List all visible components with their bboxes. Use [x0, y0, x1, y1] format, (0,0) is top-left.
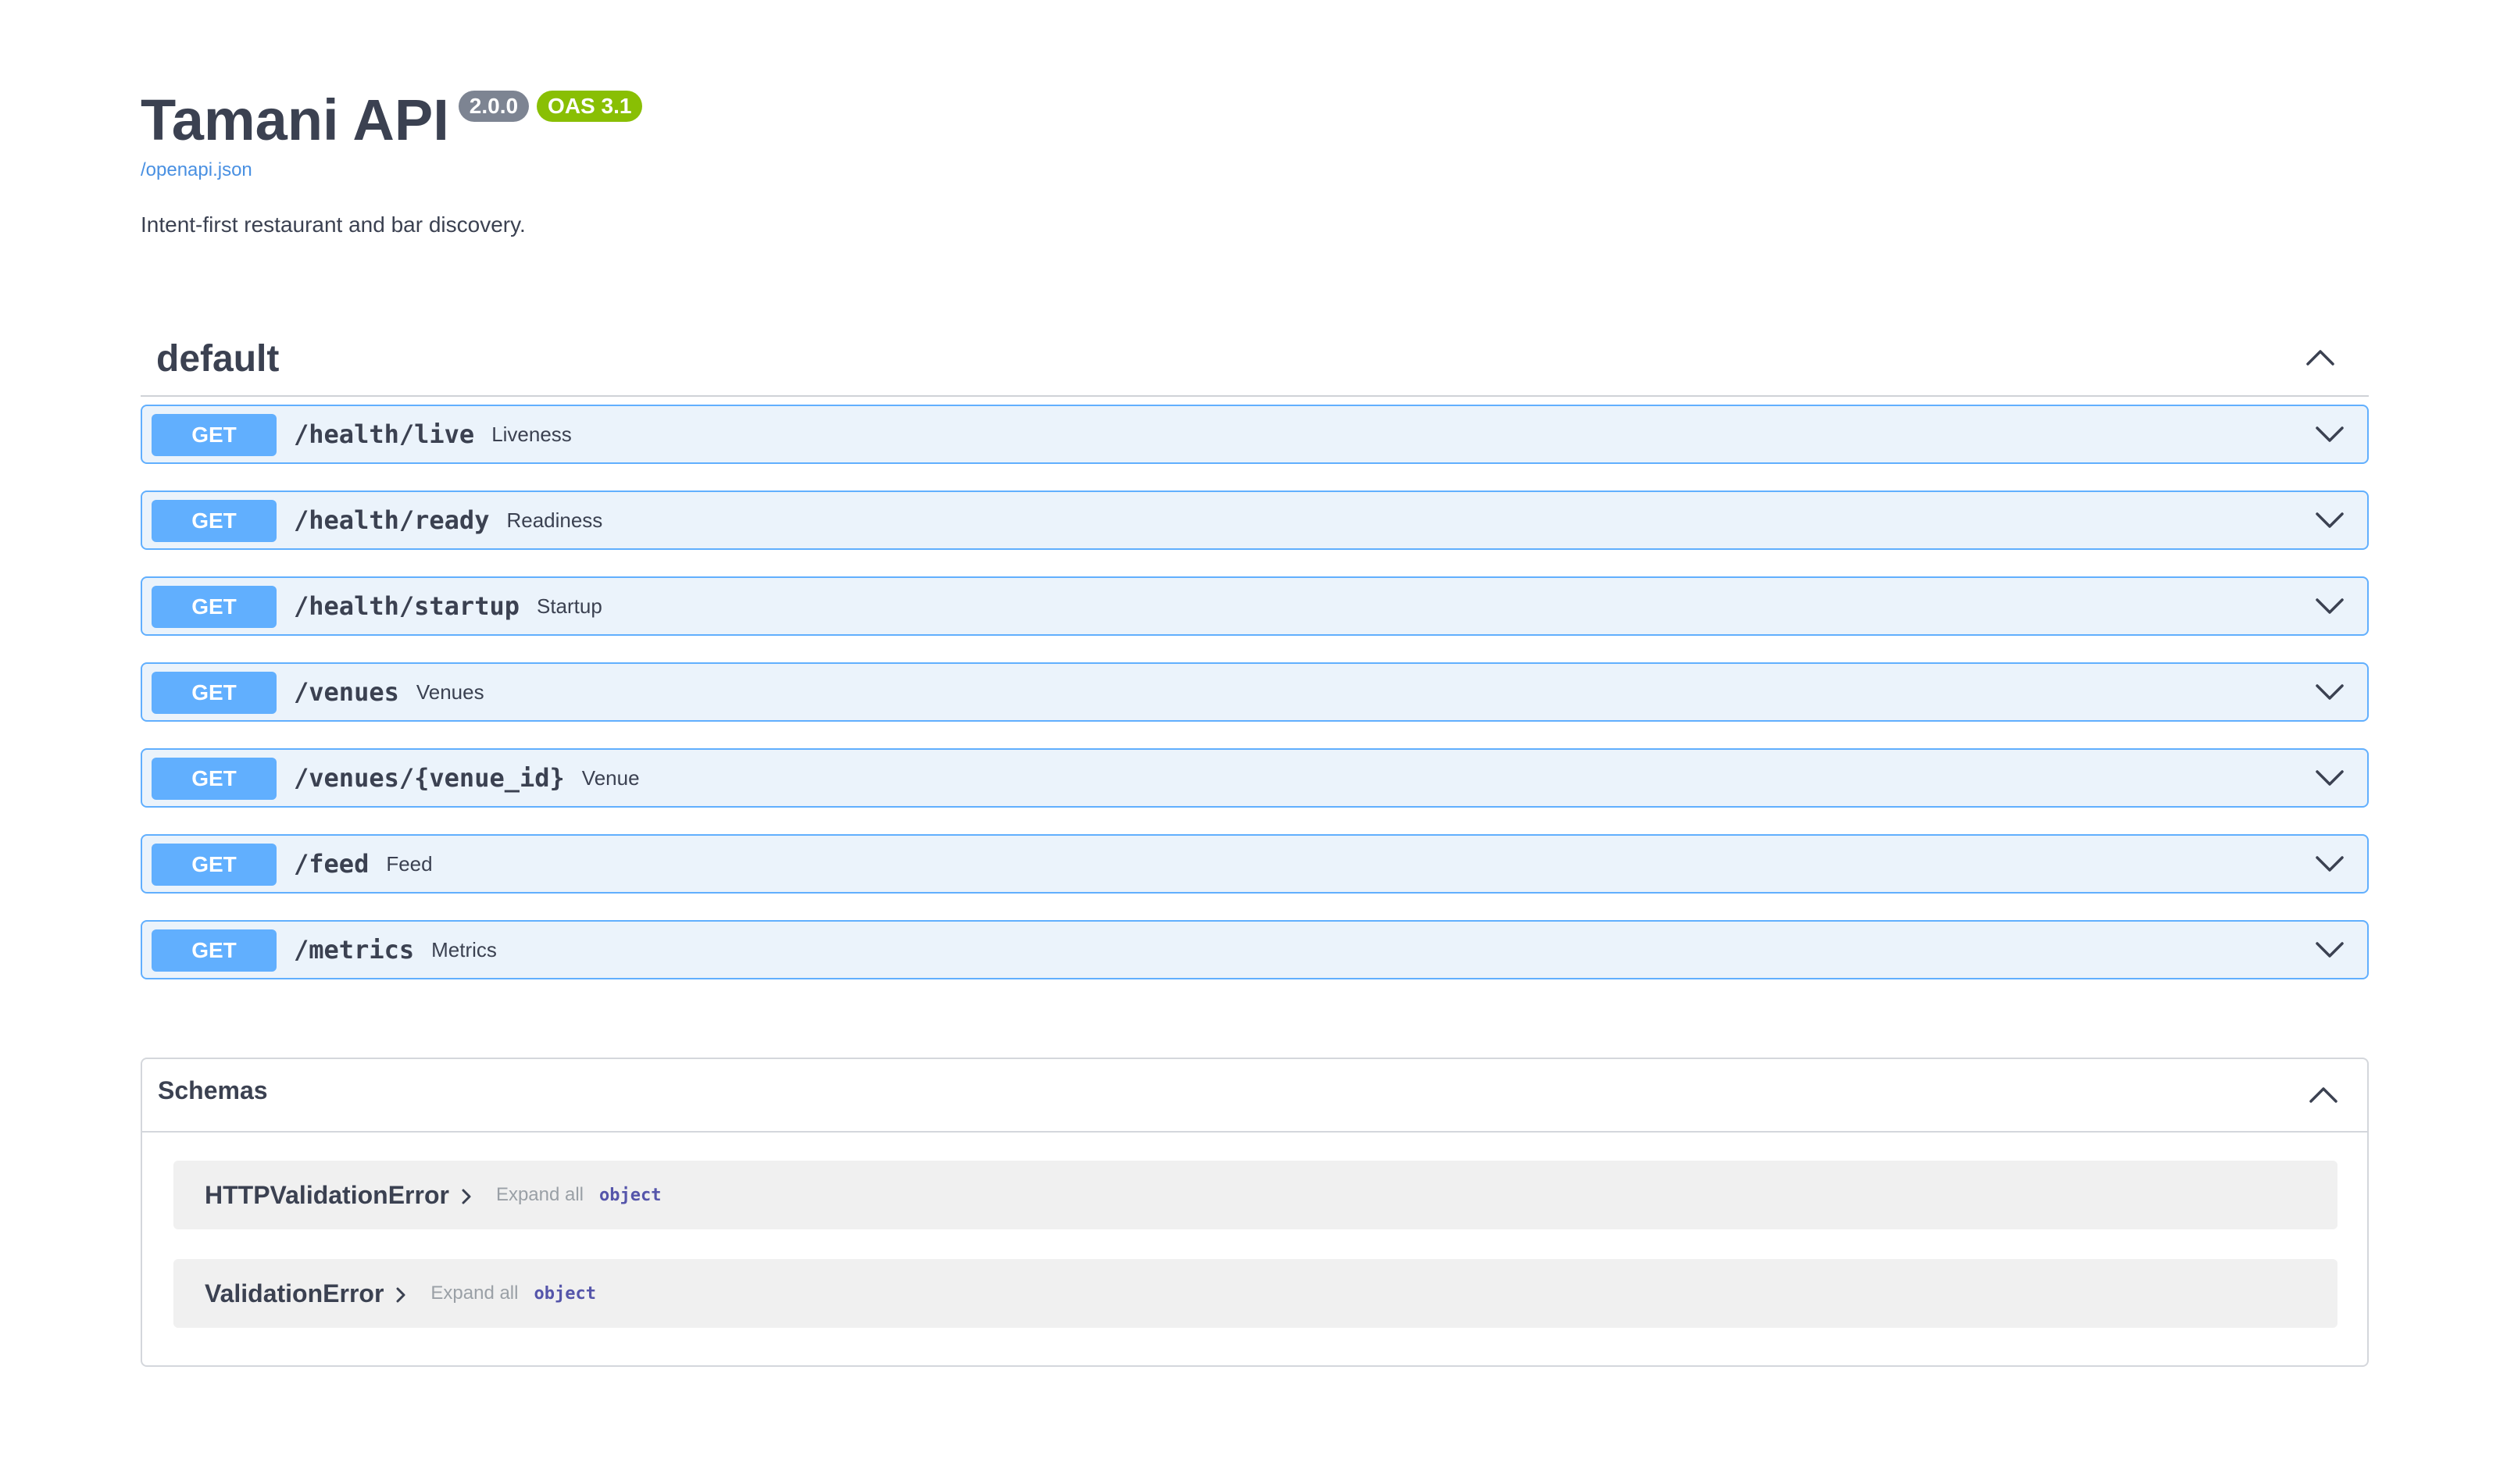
- operation-summary: Venues: [416, 680, 484, 704]
- tag-header[interactable]: default: [141, 320, 2369, 397]
- schema-type: object: [599, 1185, 662, 1205]
- operation-path: /venues: [294, 677, 399, 707]
- schema-validation-error[interactable]: ValidationError Expand all object: [173, 1259, 2338, 1328]
- chevron-down-icon[interactable]: [2312, 933, 2347, 967]
- api-title: Tamani API: [141, 87, 449, 152]
- operation-summary: Venue: [581, 765, 640, 790]
- operations-list: GET /health/live Liveness GET /health/re…: [141, 405, 2369, 979]
- tag-section-default: default GET /health/live Liveness GET /h…: [141, 320, 2369, 1006]
- chevron-down-icon[interactable]: [2312, 589, 2347, 623]
- method-badge: GET: [152, 414, 277, 456]
- version-badge: 2.0.0: [458, 91, 530, 122]
- method-badge: GET: [152, 758, 277, 800]
- schema-type: object: [534, 1283, 596, 1304]
- expand-all-link[interactable]: Expand all: [430, 1282, 518, 1304]
- chevron-down-icon[interactable]: [2312, 675, 2347, 709]
- operation-path-wrap: /venues/{venue_id} Venue: [294, 750, 640, 806]
- chevron-right-icon[interactable]: [391, 1286, 410, 1304]
- oas-badge: OAS 3.1: [537, 91, 643, 122]
- operation-health-ready[interactable]: GET /health/ready Readiness: [141, 491, 2369, 550]
- swagger-ui-page: Tamani API 2.0.0 OAS 3.1 /openapi.json I…: [0, 0, 2500, 1484]
- operation-summary: Readiness: [506, 508, 603, 532]
- method-badge: GET: [152, 500, 277, 542]
- method-badge: GET: [152, 672, 277, 714]
- operation-path: /venues/{venue_id}: [294, 763, 565, 793]
- operation-health-live[interactable]: GET /health/live Liveness: [141, 405, 2369, 464]
- operation-path-wrap: /health/ready Readiness: [294, 492, 602, 548]
- schema-http-validation-error[interactable]: HTTPValidationError Expand all object: [173, 1161, 2338, 1229]
- chevron-down-icon[interactable]: [2312, 847, 2347, 881]
- operation-path: /health/ready: [294, 505, 490, 535]
- title-row: Tamani API 2.0.0 OAS 3.1: [141, 86, 643, 155]
- chevron-up-icon[interactable]: [2306, 1078, 2341, 1112]
- expand-all-link[interactable]: Expand all: [496, 1184, 584, 1206]
- operation-path: /health/live: [294, 419, 475, 449]
- operation-metrics[interactable]: GET /metrics Metrics: [141, 920, 2369, 979]
- operation-path: /metrics: [294, 935, 415, 965]
- schema-name: HTTPValidationError: [205, 1180, 449, 1209]
- schemas-title: Schemas: [158, 1076, 268, 1104]
- operation-path: /health/startup: [294, 591, 520, 621]
- operation-path-wrap: /metrics Metrics: [294, 922, 497, 978]
- operation-summary: Startup: [536, 594, 602, 618]
- api-info: Tamani API 2.0.0 OAS 3.1 /openapi.json I…: [141, 86, 643, 237]
- operation-feed[interactable]: GET /feed Feed: [141, 834, 2369, 894]
- operation-path: /feed: [294, 849, 370, 879]
- operation-summary: Metrics: [431, 937, 497, 961]
- operation-path-wrap: /venues Venues: [294, 664, 484, 720]
- chevron-up-icon[interactable]: [2303, 341, 2338, 375]
- schema-name: ValidationError: [205, 1279, 384, 1307]
- operation-path-wrap: /health/startup Startup: [294, 578, 602, 634]
- operation-path-wrap: /feed Feed: [294, 836, 433, 892]
- operation-summary: Liveness: [491, 422, 572, 446]
- openapi-json-link[interactable]: /openapi.json: [141, 159, 642, 181]
- tag-title: default: [156, 338, 280, 380]
- operation-venue-by-id[interactable]: GET /venues/{venue_id} Venue: [141, 748, 2369, 808]
- chevron-down-icon[interactable]: [2312, 417, 2347, 451]
- operation-summary: Feed: [386, 851, 433, 876]
- method-badge: GET: [152, 929, 277, 972]
- operation-path-wrap: /health/live Liveness: [294, 406, 572, 462]
- chevron-right-icon[interactable]: [457, 1187, 476, 1206]
- schemas-header[interactable]: Schemas: [142, 1059, 2367, 1133]
- chevron-down-icon[interactable]: [2312, 761, 2347, 795]
- operation-health-startup[interactable]: GET /health/startup Startup: [141, 576, 2369, 636]
- api-description: Intent-first restaurant and bar discover…: [141, 212, 526, 237]
- method-badge: GET: [152, 586, 277, 628]
- schemas-section: Schemas HTTPValidationError Expand all o…: [141, 1058, 2369, 1367]
- operation-venues[interactable]: GET /venues Venues: [141, 662, 2369, 722]
- method-badge: GET: [152, 844, 277, 886]
- chevron-down-icon[interactable]: [2312, 503, 2347, 537]
